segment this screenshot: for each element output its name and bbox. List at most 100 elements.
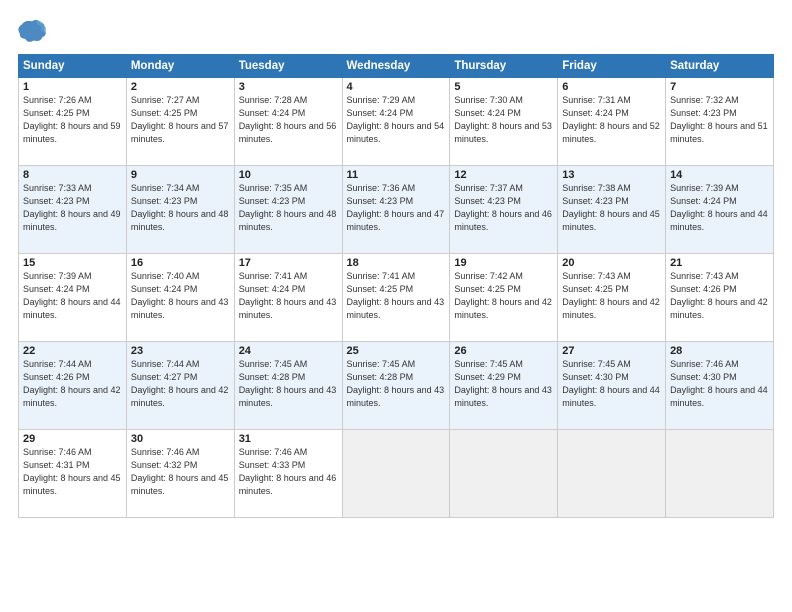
day-info: Sunrise: 7:27 AMSunset: 4:25 PMDaylight:…: [131, 94, 230, 146]
calendar-cell: 23Sunrise: 7:44 AMSunset: 4:27 PMDayligh…: [126, 342, 234, 430]
day-info: Sunrise: 7:31 AMSunset: 4:24 PMDaylight:…: [562, 94, 661, 146]
day-info: Sunrise: 7:34 AMSunset: 4:23 PMDaylight:…: [131, 182, 230, 234]
calendar-cell: 16Sunrise: 7:40 AMSunset: 4:24 PMDayligh…: [126, 254, 234, 342]
day-info: Sunrise: 7:45 AMSunset: 4:28 PMDaylight:…: [347, 358, 446, 410]
calendar-cell: 5Sunrise: 7:30 AMSunset: 4:24 PMDaylight…: [450, 78, 558, 166]
day-number: 11: [347, 169, 446, 181]
day-number: 26: [454, 345, 553, 357]
calendar-cell: 13Sunrise: 7:38 AMSunset: 4:23 PMDayligh…: [558, 166, 666, 254]
calendar-cell: 28Sunrise: 7:46 AMSunset: 4:30 PMDayligh…: [666, 342, 774, 430]
week-row-5: 29Sunrise: 7:46 AMSunset: 4:31 PMDayligh…: [19, 430, 774, 518]
day-info: Sunrise: 7:43 AMSunset: 4:25 PMDaylight:…: [562, 270, 661, 322]
day-info: Sunrise: 7:28 AMSunset: 4:24 PMDaylight:…: [239, 94, 338, 146]
day-info: Sunrise: 7:32 AMSunset: 4:23 PMDaylight:…: [670, 94, 769, 146]
calendar-cell: 7Sunrise: 7:32 AMSunset: 4:23 PMDaylight…: [666, 78, 774, 166]
day-number: 19: [454, 257, 553, 269]
calendar-cell: 20Sunrise: 7:43 AMSunset: 4:25 PMDayligh…: [558, 254, 666, 342]
page: SundayMondayTuesdayWednesdayThursdayFrid…: [0, 0, 792, 612]
day-number: 18: [347, 257, 446, 269]
col-header-friday: Friday: [558, 55, 666, 78]
calendar-cell: 30Sunrise: 7:46 AMSunset: 4:32 PMDayligh…: [126, 430, 234, 518]
day-number: 12: [454, 169, 553, 181]
calendar-cell: [342, 430, 450, 518]
day-number: 20: [562, 257, 661, 269]
week-row-1: 1Sunrise: 7:26 AMSunset: 4:25 PMDaylight…: [19, 78, 774, 166]
day-info: Sunrise: 7:46 AMSunset: 4:33 PMDaylight:…: [239, 446, 338, 498]
day-info: Sunrise: 7:38 AMSunset: 4:23 PMDaylight:…: [562, 182, 661, 234]
day-info: Sunrise: 7:43 AMSunset: 4:26 PMDaylight:…: [670, 270, 769, 322]
day-number: 7: [670, 81, 769, 93]
col-header-sunday: Sunday: [19, 55, 127, 78]
day-info: Sunrise: 7:26 AMSunset: 4:25 PMDaylight:…: [23, 94, 122, 146]
calendar-cell: 15Sunrise: 7:39 AMSunset: 4:24 PMDayligh…: [19, 254, 127, 342]
col-header-wednesday: Wednesday: [342, 55, 450, 78]
day-info: Sunrise: 7:41 AMSunset: 4:24 PMDaylight:…: [239, 270, 338, 322]
day-info: Sunrise: 7:39 AMSunset: 4:24 PMDaylight:…: [23, 270, 122, 322]
day-number: 5: [454, 81, 553, 93]
day-number: 24: [239, 345, 338, 357]
day-number: 31: [239, 433, 338, 445]
calendar-cell: [558, 430, 666, 518]
calendar-cell: 17Sunrise: 7:41 AMSunset: 4:24 PMDayligh…: [234, 254, 342, 342]
calendar-cell: 8Sunrise: 7:33 AMSunset: 4:23 PMDaylight…: [19, 166, 127, 254]
day-info: Sunrise: 7:30 AMSunset: 4:24 PMDaylight:…: [454, 94, 553, 146]
logo: [18, 16, 50, 44]
day-info: Sunrise: 7:44 AMSunset: 4:26 PMDaylight:…: [23, 358, 122, 410]
day-number: 28: [670, 345, 769, 357]
col-header-saturday: Saturday: [666, 55, 774, 78]
calendar-cell: 31Sunrise: 7:46 AMSunset: 4:33 PMDayligh…: [234, 430, 342, 518]
col-header-tuesday: Tuesday: [234, 55, 342, 78]
day-number: 15: [23, 257, 122, 269]
header: [18, 16, 774, 44]
day-info: Sunrise: 7:36 AMSunset: 4:23 PMDaylight:…: [347, 182, 446, 234]
calendar-cell: 25Sunrise: 7:45 AMSunset: 4:28 PMDayligh…: [342, 342, 450, 430]
day-number: 4: [347, 81, 446, 93]
day-info: Sunrise: 7:44 AMSunset: 4:27 PMDaylight:…: [131, 358, 230, 410]
day-number: 17: [239, 257, 338, 269]
calendar-cell: 24Sunrise: 7:45 AMSunset: 4:28 PMDayligh…: [234, 342, 342, 430]
calendar-table: SundayMondayTuesdayWednesdayThursdayFrid…: [18, 54, 774, 518]
day-number: 14: [670, 169, 769, 181]
calendar-cell: 9Sunrise: 7:34 AMSunset: 4:23 PMDaylight…: [126, 166, 234, 254]
calendar-cell: 27Sunrise: 7:45 AMSunset: 4:30 PMDayligh…: [558, 342, 666, 430]
calendar-cell: 18Sunrise: 7:41 AMSunset: 4:25 PMDayligh…: [342, 254, 450, 342]
day-info: Sunrise: 7:46 AMSunset: 4:30 PMDaylight:…: [670, 358, 769, 410]
day-number: 27: [562, 345, 661, 357]
week-row-4: 22Sunrise: 7:44 AMSunset: 4:26 PMDayligh…: [19, 342, 774, 430]
calendar-cell: 19Sunrise: 7:42 AMSunset: 4:25 PMDayligh…: [450, 254, 558, 342]
day-number: 1: [23, 81, 122, 93]
calendar-cell: 12Sunrise: 7:37 AMSunset: 4:23 PMDayligh…: [450, 166, 558, 254]
day-info: Sunrise: 7:46 AMSunset: 4:32 PMDaylight:…: [131, 446, 230, 498]
day-info: Sunrise: 7:33 AMSunset: 4:23 PMDaylight:…: [23, 182, 122, 234]
week-row-3: 15Sunrise: 7:39 AMSunset: 4:24 PMDayligh…: [19, 254, 774, 342]
day-info: Sunrise: 7:35 AMSunset: 4:23 PMDaylight:…: [239, 182, 338, 234]
col-header-thursday: Thursday: [450, 55, 558, 78]
week-row-2: 8Sunrise: 7:33 AMSunset: 4:23 PMDaylight…: [19, 166, 774, 254]
day-info: Sunrise: 7:37 AMSunset: 4:23 PMDaylight:…: [454, 182, 553, 234]
day-info: Sunrise: 7:41 AMSunset: 4:25 PMDaylight:…: [347, 270, 446, 322]
calendar-cell: 4Sunrise: 7:29 AMSunset: 4:24 PMDaylight…: [342, 78, 450, 166]
day-number: 25: [347, 345, 446, 357]
day-info: Sunrise: 7:39 AMSunset: 4:24 PMDaylight:…: [670, 182, 769, 234]
calendar-cell: 29Sunrise: 7:46 AMSunset: 4:31 PMDayligh…: [19, 430, 127, 518]
day-number: 2: [131, 81, 230, 93]
calendar-cell: 11Sunrise: 7:36 AMSunset: 4:23 PMDayligh…: [342, 166, 450, 254]
day-info: Sunrise: 7:42 AMSunset: 4:25 PMDaylight:…: [454, 270, 553, 322]
calendar-cell: 26Sunrise: 7:45 AMSunset: 4:29 PMDayligh…: [450, 342, 558, 430]
day-number: 13: [562, 169, 661, 181]
calendar-cell: 10Sunrise: 7:35 AMSunset: 4:23 PMDayligh…: [234, 166, 342, 254]
day-number: 9: [131, 169, 230, 181]
day-number: 23: [131, 345, 230, 357]
day-number: 21: [670, 257, 769, 269]
calendar-cell: 21Sunrise: 7:43 AMSunset: 4:26 PMDayligh…: [666, 254, 774, 342]
day-number: 16: [131, 257, 230, 269]
day-number: 3: [239, 81, 338, 93]
day-info: Sunrise: 7:45 AMSunset: 4:28 PMDaylight:…: [239, 358, 338, 410]
day-info: Sunrise: 7:46 AMSunset: 4:31 PMDaylight:…: [23, 446, 122, 498]
day-number: 10: [239, 169, 338, 181]
calendar-cell: [450, 430, 558, 518]
day-info: Sunrise: 7:45 AMSunset: 4:30 PMDaylight:…: [562, 358, 661, 410]
calendar-cell: 3Sunrise: 7:28 AMSunset: 4:24 PMDaylight…: [234, 78, 342, 166]
day-info: Sunrise: 7:45 AMSunset: 4:29 PMDaylight:…: [454, 358, 553, 410]
calendar-cell: 14Sunrise: 7:39 AMSunset: 4:24 PMDayligh…: [666, 166, 774, 254]
